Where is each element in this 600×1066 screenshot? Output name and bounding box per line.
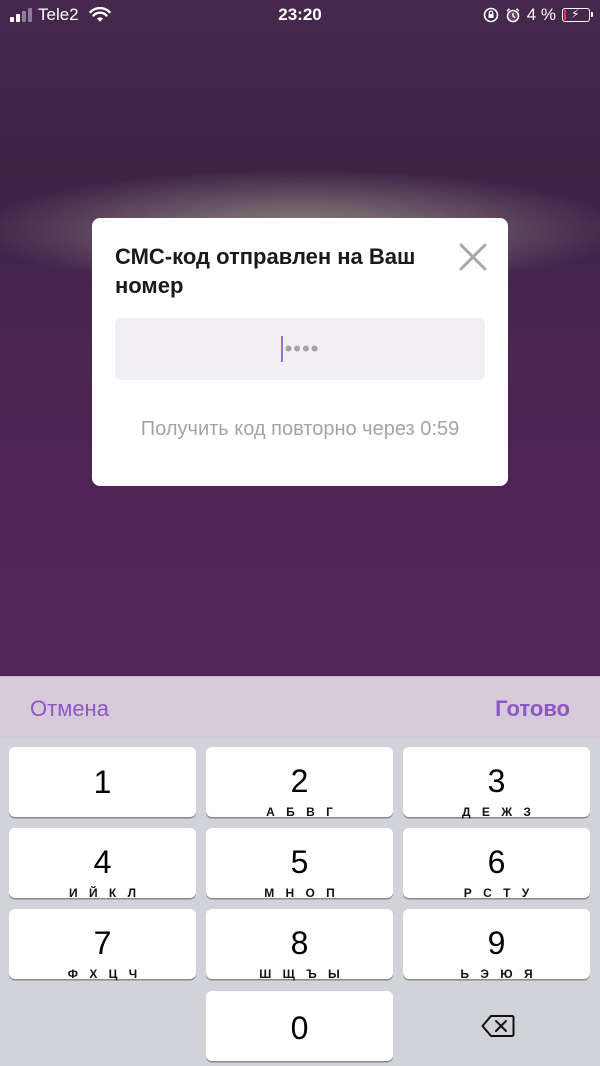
key-letters: И Й К Л <box>69 886 140 900</box>
key-letters: Р С Т У <box>463 886 534 900</box>
sms-code-input[interactable]: •••• <box>115 318 485 380</box>
dialog-title: СМС-код отправлен на Ваш номер <box>115 244 416 298</box>
keyboard-toolbar: Отмена Готово <box>0 676 600 739</box>
key-9[interactable]: 9 Ь Э Ю Я <box>403 909 590 981</box>
resend-countdown: Получить код повторно через 0:59 <box>140 418 460 440</box>
key-digit: 4 <box>93 844 112 880</box>
key-letters: А Б В Г <box>266 805 337 819</box>
backspace-icon <box>481 1015 515 1037</box>
key-digit: 3 <box>487 763 506 799</box>
key-7[interactable]: 7 Ф Х Ц Ч <box>9 909 196 981</box>
done-button[interactable]: Готово <box>495 696 570 722</box>
code-placeholder: •••• <box>284 336 320 361</box>
close-icon[interactable] <box>458 242 488 272</box>
key-3[interactable]: 3 Д Е Ж З <box>403 747 590 819</box>
key-8[interactable]: 8 Ш Щ Ъ Ы <box>206 909 393 981</box>
key-letters: Ь Э Ю Я <box>460 967 537 981</box>
status-right: 4 % ⚡ <box>483 5 593 25</box>
battery-icon: ⚡ <box>562 7 593 22</box>
key-digit: 8 <box>290 925 309 961</box>
key-digit: 2 <box>290 763 309 799</box>
key-letters: М Н О П <box>264 886 339 900</box>
key-letters: Д Е Ж З <box>462 805 535 819</box>
key-2[interactable]: 2 А Б В Г <box>206 747 393 819</box>
key-digit: 1 <box>93 764 112 800</box>
key-letters: Ф Х Ц Ч <box>67 967 142 981</box>
text-caret <box>280 336 283 362</box>
key-digit: 7 <box>93 925 112 961</box>
key-digit: 9 <box>487 925 506 961</box>
cancel-button[interactable]: Отмена <box>30 696 109 722</box>
key-6[interactable]: 6 Р С Т У <box>403 828 590 900</box>
alarm-icon <box>506 8 520 23</box>
status-bar: Tele2 23:20 4 % ⚡ <box>0 0 600 30</box>
key-digit: 5 <box>290 844 309 880</box>
key-1[interactable]: 1 <box>9 747 196 817</box>
key-digit: 6 <box>487 844 506 880</box>
numeric-keypad: 1 2 А Б В Г 3 Д Е Ж З 4 И Й К Л 5 М Н О … <box>0 738 600 1066</box>
key-0[interactable]: 0 <box>206 991 393 1061</box>
rotation-lock-icon <box>483 7 499 23</box>
key-4[interactable]: 4 И Й К Л <box>9 828 196 900</box>
backspace-button[interactable] <box>403 991 593 1061</box>
sms-code-dialog: СМС-код отправлен на Ваш номер •••• Полу… <box>92 218 508 486</box>
key-5[interactable]: 5 М Н О П <box>206 828 393 900</box>
key-letters: Ш Щ Ъ Ы <box>259 967 344 981</box>
key-digit: 0 <box>290 1010 309 1046</box>
battery-percent: 4 % <box>526 5 556 24</box>
